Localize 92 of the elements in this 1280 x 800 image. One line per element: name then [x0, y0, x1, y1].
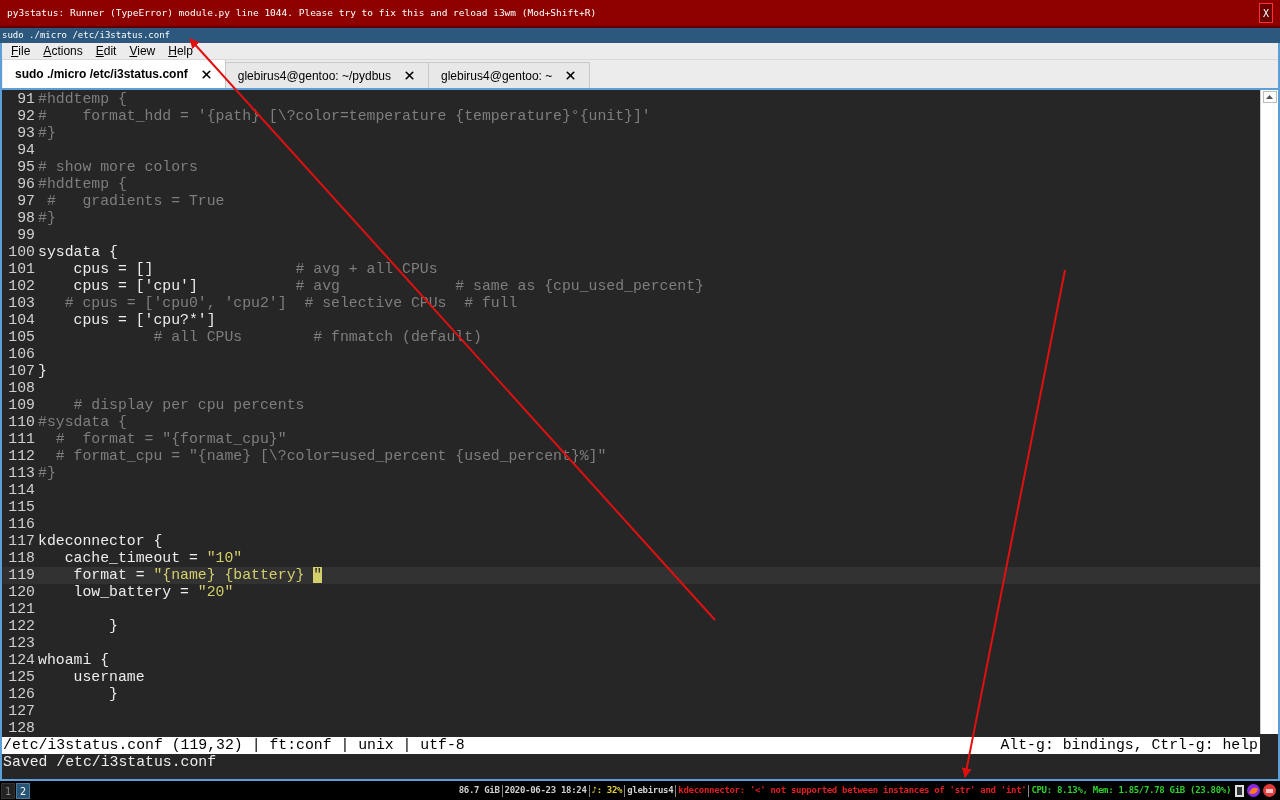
code-line: # format = "{format_cpu}" — [54, 431, 288, 448]
tab-label: sudo ./micro /etc/i3status.conf — [15, 66, 188, 83]
window-title: sudo ./micro /etc/i3status.conf — [2, 28, 170, 42]
code-line: } — [108, 686, 119, 703]
line-number: 103 — [7, 295, 36, 312]
status-item: CPU: 8.13%, Mem: 1.85/7.78 GiB (23.80%) — [1031, 783, 1231, 797]
line-number: 118 — [7, 550, 36, 567]
tab-label: glebirus4@gentoo: ~ — [441, 67, 553, 85]
menu-item[interactable]: Help — [168, 42, 193, 60]
line-number: 108 — [7, 380, 36, 397]
line-number: 116 — [7, 516, 36, 533]
menu-item[interactable]: View — [129, 42, 156, 60]
line-number: 101 — [7, 261, 36, 278]
line-number: 110 — [7, 414, 36, 431]
error-message: py3status: Runner (TypeError) module.py line 1044. Please try to fix this and reload i3wm (Mod+Shift+R) — [7, 5, 597, 20]
line-number: 105 — [7, 329, 36, 346]
code-line: } — [38, 363, 48, 380]
tab-label: glebirus4@gentoo: ~/pydbus — [237, 67, 391, 85]
line-number: 92 — [16, 108, 36, 125]
code-line: # format_hdd = '{path} [\?color=temperature {temperature}°{unit}]' — [38, 108, 652, 125]
line-number: 112 — [7, 448, 36, 465]
line-number: 91 — [16, 91, 36, 108]
status-item: ♪: 32% — [591, 783, 623, 797]
menu-item[interactable]: Edit — [95, 42, 117, 60]
line-number: 109 — [7, 397, 36, 414]
line-number: 97 — [16, 193, 36, 210]
line-number: 100 — [7, 244, 36, 261]
line-number: 104 — [7, 312, 36, 329]
code-line: } — [108, 618, 119, 635]
code-line: # show more colors — [38, 159, 199, 176]
line-number: 102 — [7, 278, 36, 295]
line-number: 107 — [7, 363, 36, 380]
code-line: #hddtemp { — [38, 91, 128, 108]
editor-message: Saved /etc/i3status.conf — [3, 754, 217, 770]
close-icon[interactable] — [199, 67, 213, 81]
line-number: 117 — [7, 533, 36, 550]
code-line: # display per cpu percents — [72, 397, 306, 414]
code-line: kdeconnector { — [38, 533, 164, 550]
line-number: 120 — [7, 584, 36, 601]
code-line: #} — [38, 210, 57, 227]
line-number: 93 — [16, 125, 36, 142]
status-item: 86.7 GiB — [458, 783, 500, 797]
code-line: cache_timeout = "10" — [63, 550, 244, 567]
tray-badge-icon[interactable] — [1263, 784, 1276, 797]
code-line: cpus = [] # avg + all CPUs — [72, 261, 439, 278]
line-number: 98 — [16, 210, 36, 227]
code-line: whoami { — [38, 652, 111, 669]
line-number: 123 — [7, 635, 36, 652]
code-line: low_battery = "20" — [72, 584, 235, 601]
code-line: username — [72, 669, 146, 686]
status-item: glebirus4 — [627, 783, 674, 797]
line-number: 127 — [7, 703, 36, 720]
line-number: 114 — [7, 482, 36, 499]
code-line: cpus = ['cpu'] # avg # same as {cpu_used_percent} — [72, 278, 705, 295]
terminal-tab[interactable]: sudo ./micro /etc/i3status.conf — [3, 60, 226, 88]
status-help-hint: Alt-g: bindings, Ctrl-g: help — [1000, 737, 1258, 754]
up-arrow-icon — [1266, 95, 1273, 99]
line-number: 113 — [7, 465, 36, 482]
status-item: kdeconnector: '<' not supported between instances of 'str' and 'int' — [678, 783, 1027, 797]
tray-app-icon[interactable] — [1235, 784, 1244, 797]
code-line: cpus = ['cpu?*'] — [72, 312, 217, 329]
close-button[interactable]: X — [1258, 3, 1273, 23]
line-number: 115 — [7, 499, 36, 516]
line-number: 94 — [16, 142, 36, 159]
terminal-tab[interactable]: glebirus4@gentoo: ~/pydbus — [225, 62, 429, 88]
code-line: #} — [38, 125, 57, 142]
line-number: 111 — [7, 431, 36, 448]
line-number: 119 — [2, 567, 38, 584]
status-file-info: /etc/i3status.conf (119,32) | ft:conf | unix | utf-8 — [3, 737, 465, 754]
workspace-button[interactable]: 2 — [16, 782, 30, 799]
code-line: #sysdata { — [38, 414, 128, 431]
line-number: 128 — [7, 720, 36, 737]
line-number: 99 — [16, 227, 36, 244]
workspace-button[interactable]: 1 — [1, 782, 15, 799]
menu-item[interactable]: Actions — [43, 42, 83, 60]
line-number: 121 — [7, 601, 36, 618]
scroll-up-button[interactable] — [1262, 91, 1277, 103]
line-number: 95 — [16, 159, 36, 176]
code-line: #} — [38, 465, 57, 482]
menu-item[interactable]: File — [11, 42, 31, 60]
code-line: sysdata { — [38, 244, 119, 261]
status-item: 2020-06-23 18:24 — [504, 783, 587, 797]
line-number: 126 — [7, 686, 36, 703]
code-line: #hddtemp { — [38, 176, 128, 193]
terminal-tab[interactable]: glebirus4@gentoo: ~ — [429, 62, 591, 88]
line-number: 96 — [16, 176, 36, 193]
line-number: 122 — [7, 618, 36, 635]
line-number: 125 — [7, 669, 36, 686]
line-number: 124 — [7, 652, 36, 669]
code-line: # gradients = True — [45, 193, 226, 210]
close-icon[interactable] — [403, 69, 416, 82]
line-number: 106 — [7, 346, 36, 363]
